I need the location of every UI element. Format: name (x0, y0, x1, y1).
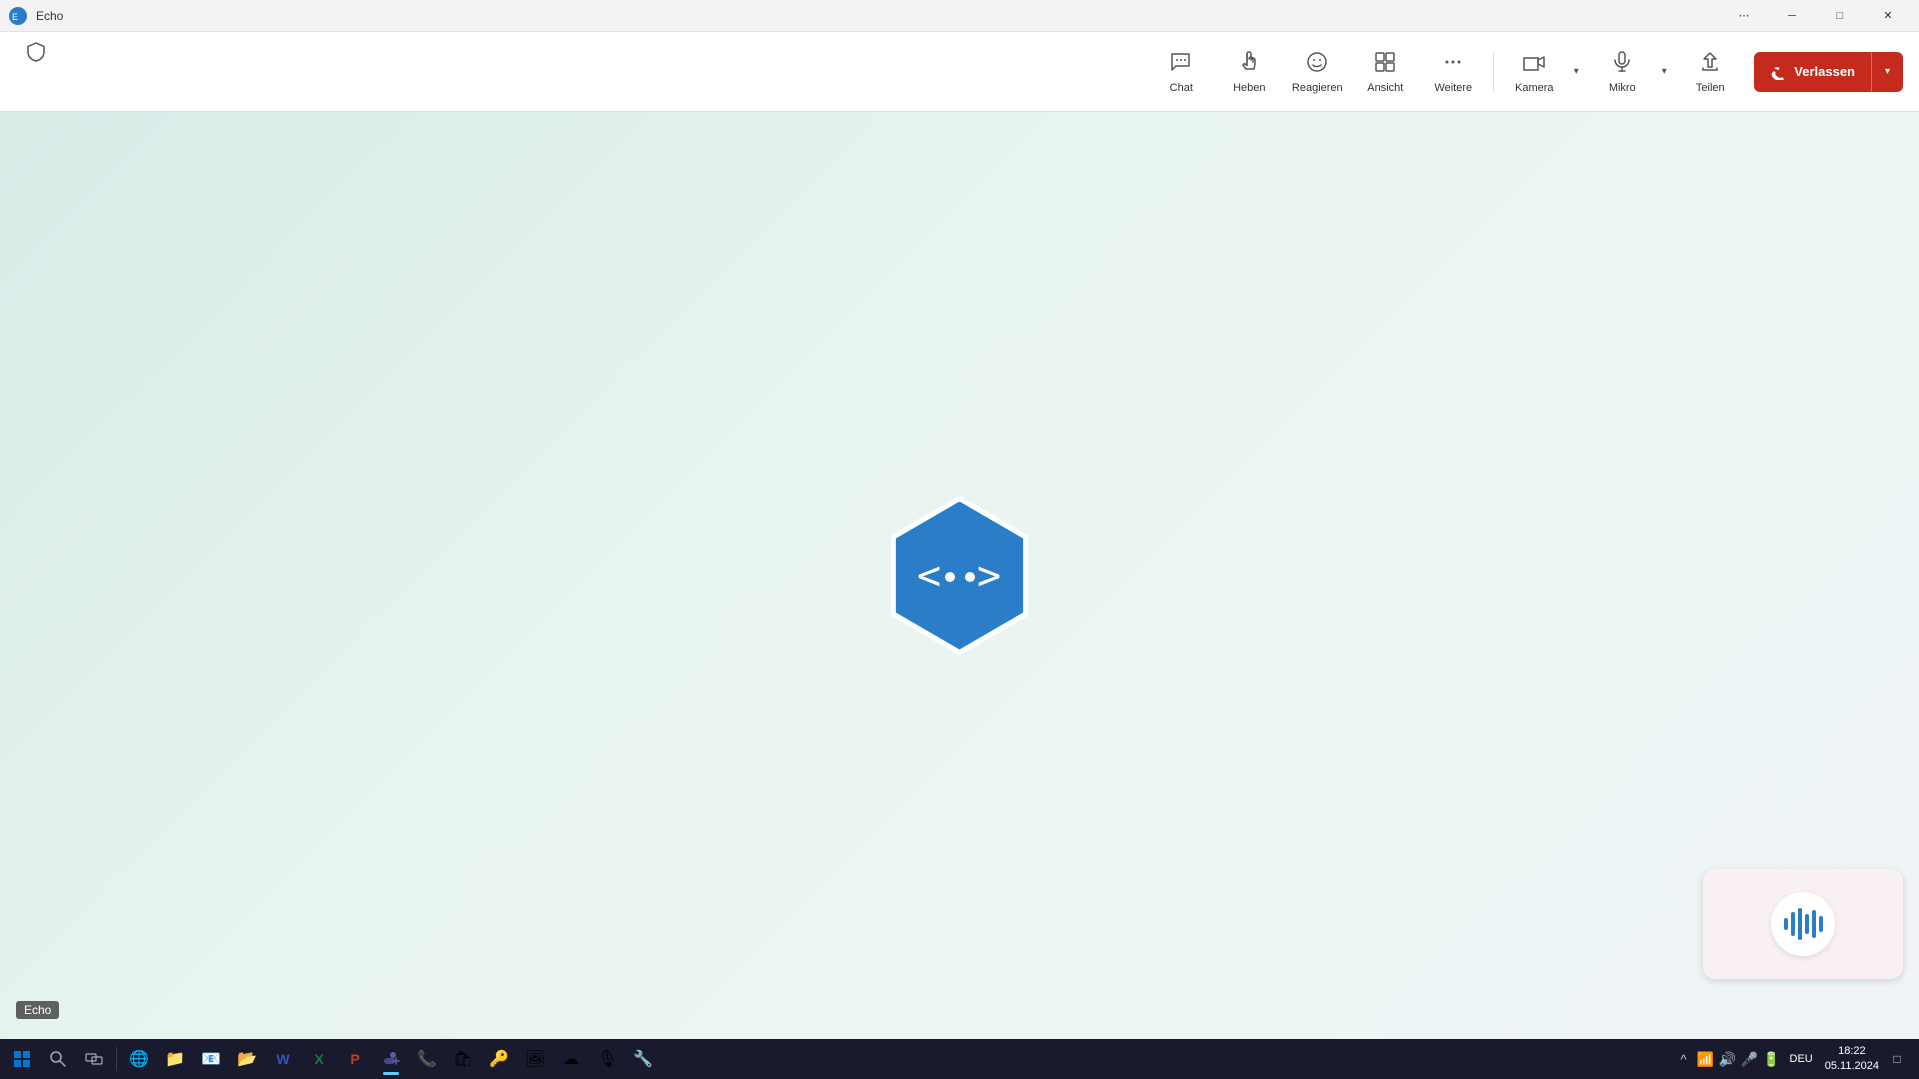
hexagon-container: < > (870, 486, 1050, 666)
taskbar-search[interactable] (40, 1041, 76, 1077)
taskbar-phone[interactable]: 📞 (409, 1041, 445, 1077)
svg-text:E: E (12, 12, 18, 22)
toolbar-reagieren-btn[interactable]: Reagieren (1285, 40, 1349, 104)
titlebar-close-btn[interactable]: ✕ (1865, 0, 1911, 32)
tray-expand-btn[interactable]: ^ (1674, 1049, 1694, 1069)
center-logo: < > (870, 486, 1050, 666)
chat-label: Chat (1170, 82, 1193, 94)
system-tray: ^ 📶 🔊 🎤 🔋 DEU 18:22 05.11.2024 □ (1666, 1044, 1915, 1075)
taskbar-teams[interactable] (373, 1041, 409, 1077)
taskbar-ppt[interactable]: P (337, 1041, 373, 1077)
tray-icons: ^ 📶 🔊 🎤 🔋 (1674, 1049, 1782, 1069)
titlebar: E Echo ⋯ ─ □ ✕ (0, 0, 1919, 32)
teilen-icon (1698, 50, 1722, 78)
wave-bar-2 (1791, 912, 1795, 936)
verlassen-label: Verlassen (1794, 64, 1855, 79)
heben-label: Heben (1233, 82, 1265, 94)
kamera-icon (1522, 50, 1546, 78)
shield-icon (16, 32, 56, 72)
reagieren-icon (1305, 50, 1329, 78)
phone-end-icon (1770, 64, 1786, 80)
taskbar-taskview[interactable] (76, 1041, 112, 1077)
taskbar-files[interactable]: 📁 (157, 1041, 193, 1077)
kamera-chevron-btn[interactable]: ▾ (1566, 40, 1586, 104)
tray-battery-icon[interactable]: 🔋 (1762, 1049, 1782, 1069)
taskbar-word[interactable]: W (265, 1041, 301, 1077)
titlebar-maximize-btn[interactable]: □ (1817, 0, 1863, 32)
clock-date: 05.11.2024 (1825, 1059, 1879, 1074)
teilen-label: Teilen (1696, 82, 1725, 94)
reagieren-label: Reagieren (1292, 82, 1343, 94)
tray-mic-icon[interactable]: 🎤 (1740, 1049, 1760, 1069)
taskbar-photos[interactable]: 🖼 (517, 1041, 553, 1077)
svg-text:>: > (977, 553, 1001, 599)
app-title: Echo (36, 9, 63, 23)
taskbar-devtools[interactable]: 🔧 (625, 1041, 661, 1077)
toolbar-separator-1 (1493, 52, 1494, 92)
taskbar-excel[interactable]: X (301, 1041, 337, 1077)
taskbar-explorer[interactable]: 📂 (229, 1041, 265, 1077)
ansicht-icon (1373, 50, 1397, 78)
ansicht-label: Ansicht (1367, 82, 1403, 94)
toolbar-chat-btn[interactable]: Chat (1149, 40, 1213, 104)
audio-wave-btn[interactable] (1771, 892, 1835, 956)
wave-bar-3 (1798, 908, 1802, 940)
mikro-chevron-btn[interactable]: ▾ (1654, 40, 1674, 104)
titlebar-left: E Echo (8, 6, 63, 26)
taskbar-store[interactable]: 🛍 (445, 1041, 481, 1077)
echo-label: Echo (16, 1001, 59, 1019)
mikro-group: Mikro ▾ (1590, 40, 1674, 104)
taskbar-outlook[interactable]: 📧 (193, 1041, 229, 1077)
main-content: < > Echo (0, 112, 1919, 1039)
taskbar-azure[interactable]: ☁ (553, 1041, 589, 1077)
audio-card (1703, 869, 1903, 979)
wave-bar-4 (1805, 914, 1809, 934)
taskbar-separator (116, 1047, 117, 1071)
start-button[interactable] (4, 1041, 40, 1077)
svg-text:<: < (917, 553, 941, 599)
wave-bar-1 (1784, 918, 1788, 930)
toolbar: Chat Heben Reagieren (0, 32, 1919, 112)
wave-bar-6 (1819, 916, 1823, 932)
hexagon-inner: < > (886, 502, 1034, 650)
kamera-group: Kamera ▾ (1502, 40, 1586, 104)
toolbar-ansicht-btn[interactable]: Ansicht (1353, 40, 1417, 104)
toolbar-mikro-btn[interactable]: Mikro (1590, 40, 1654, 104)
titlebar-more-btn[interactable]: ⋯ (1721, 0, 1767, 32)
toolbar-teilen-btn[interactable]: Teilen (1678, 40, 1742, 104)
titlebar-minimize-btn[interactable]: ─ (1769, 0, 1815, 32)
mikro-icon (1610, 50, 1634, 78)
tray-notification-icon[interactable]: □ (1887, 1049, 1907, 1069)
taskbar-recorder[interactable]: 🎙 (589, 1041, 625, 1077)
toolbar-weitere-btn[interactable]: Weitere (1421, 40, 1485, 104)
chat-icon (1169, 50, 1193, 78)
clock-time: 18:22 (1838, 1044, 1866, 1059)
taskbar-keepass[interactable]: 🔑 (481, 1041, 517, 1077)
toolbar-kamera-btn[interactable]: Kamera (1502, 40, 1566, 104)
wave-bars (1784, 908, 1823, 940)
heben-icon (1237, 50, 1261, 78)
tray-clock[interactable]: 18:22 05.11.2024 (1821, 1044, 1883, 1075)
taskbar-edge[interactable]: 🌐 (121, 1041, 157, 1077)
hex-icon: < > (915, 551, 1005, 601)
weitere-icon (1441, 50, 1465, 78)
verlassen-main[interactable]: Verlassen (1754, 52, 1871, 92)
taskbar: 🌐 📁 📧 📂 W X P 📞 🛍 🔑 🖼 ☁ 🎙 🔧 ^ 📶 🔊 🎤 🔋 DE… (0, 1039, 1919, 1079)
verlassen-dropdown-btn[interactable]: ▾ (1871, 52, 1903, 92)
titlebar-controls: ⋯ ─ □ ✕ (1721, 0, 1911, 32)
weitere-label: Weitere (1434, 82, 1472, 94)
wave-bar-5 (1812, 910, 1816, 938)
tray-wifi-icon[interactable]: 📶 (1696, 1049, 1716, 1069)
toolbar-heben-btn[interactable]: Heben (1217, 40, 1281, 104)
tray-language: DEU (1786, 1053, 1817, 1065)
verlassen-btn[interactable]: Verlassen ▾ (1754, 52, 1903, 92)
mikro-label: Mikro (1609, 82, 1636, 94)
app-logo: E (8, 6, 28, 26)
kamera-label: Kamera (1515, 82, 1554, 94)
tray-sound-icon[interactable]: 🔊 (1718, 1049, 1738, 1069)
